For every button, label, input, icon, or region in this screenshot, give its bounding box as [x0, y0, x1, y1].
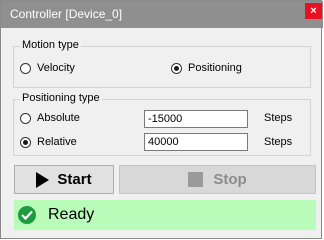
absolute-steps-input[interactable]: -15000 — [144, 110, 248, 128]
velocity-radio-indicator — [20, 62, 31, 74]
positioning-type-legend: Positioning type — [20, 92, 102, 104]
stop-icon — [188, 172, 204, 187]
absolute-unit-label: Steps — [264, 112, 293, 124]
motion-type-legend: Motion type — [20, 39, 81, 51]
positioning-type-group: Positioning type Absolute -15000 Steps R… — [13, 92, 311, 156]
positioning-radio[interactable]: Positioning — [171, 62, 242, 74]
motion-type-group: Motion type Velocity Positioning — [13, 39, 311, 88]
title-bar[interactable]: Controller [Device_0] × — [1, 1, 323, 28]
stop-button-label: Stop — [213, 171, 247, 188]
relative-steps-input[interactable]: 40000 — [144, 133, 248, 151]
velocity-label: Velocity — [37, 62, 75, 74]
positioning-label: Positioning — [188, 62, 242, 74]
close-button[interactable]: × — [305, 3, 322, 19]
play-icon — [36, 171, 50, 188]
start-button-label: Start — [57, 171, 92, 188]
positioning-radio-indicator — [171, 62, 182, 74]
status-text: Ready — [48, 206, 95, 223]
status-bar: Ready — [14, 200, 316, 230]
check-circle-icon — [18, 206, 36, 224]
relative-unit-label: Steps — [264, 136, 293, 148]
absolute-radio-indicator — [20, 112, 31, 124]
relative-radio-indicator — [20, 136, 31, 148]
relative-radio[interactable]: Relative — [20, 136, 77, 148]
absolute-radio[interactable]: Absolute — [20, 112, 80, 124]
velocity-radio[interactable]: Velocity — [20, 62, 75, 74]
window-title: Controller [Device_0] — [10, 7, 123, 21]
controller-window: Controller [Device_0] × Motion type Velo… — [0, 0, 323, 239]
stop-button[interactable]: Stop — [119, 165, 316, 194]
absolute-label: Absolute — [37, 112, 80, 124]
relative-label: Relative — [37, 136, 77, 148]
start-button[interactable]: Start — [14, 165, 114, 194]
